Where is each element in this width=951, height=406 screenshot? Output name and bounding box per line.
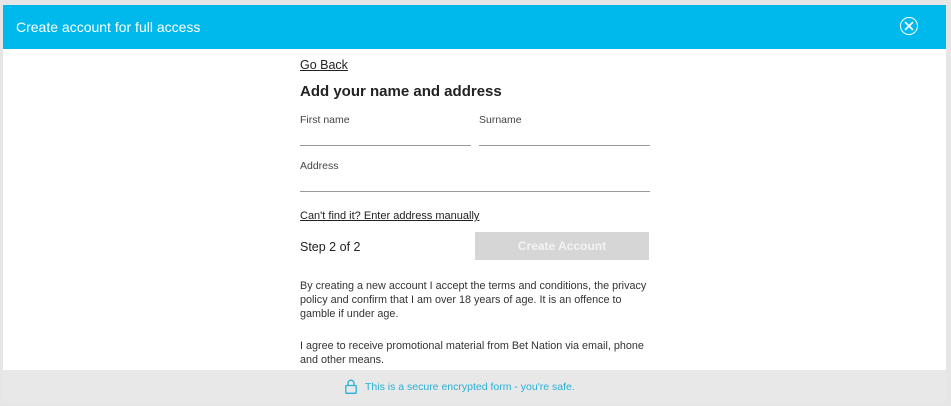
address-field[interactable] [300,174,649,190]
secure-footer: This is a secure encrypted form - you're… [3,370,946,403]
create-account-modal: Create account for full access Go Back A… [3,5,946,403]
close-icon[interactable] [900,17,918,35]
surname-field[interactable] [479,128,649,144]
first-name-label: First name [300,114,350,126]
modal-title: Create account for full access [16,19,201,35]
enter-address-manually-link[interactable]: Can't find it? Enter address manually [300,210,479,222]
address-underline [300,191,650,192]
first-name-underline [300,145,471,146]
promo-consent-text: I agree to receive promotional material … [300,340,644,366]
terms-text: By creating a new account I accept the t… [300,280,647,320]
secure-form-text: This is a secure encrypted form - you're… [365,380,575,393]
go-back-link[interactable]: Go Back [300,58,348,72]
step-indicator: Step 2 of 2 [300,240,361,254]
modal-header: Create account for full access [3,5,946,49]
create-account-button[interactable]: Create Account [475,232,649,260]
first-name-field[interactable] [300,128,470,144]
surname-label: Surname [479,114,522,126]
form-title: Add your name and address [300,83,502,100]
address-label: Address [300,160,339,172]
lock-icon [345,379,357,394]
surname-underline [479,145,650,146]
